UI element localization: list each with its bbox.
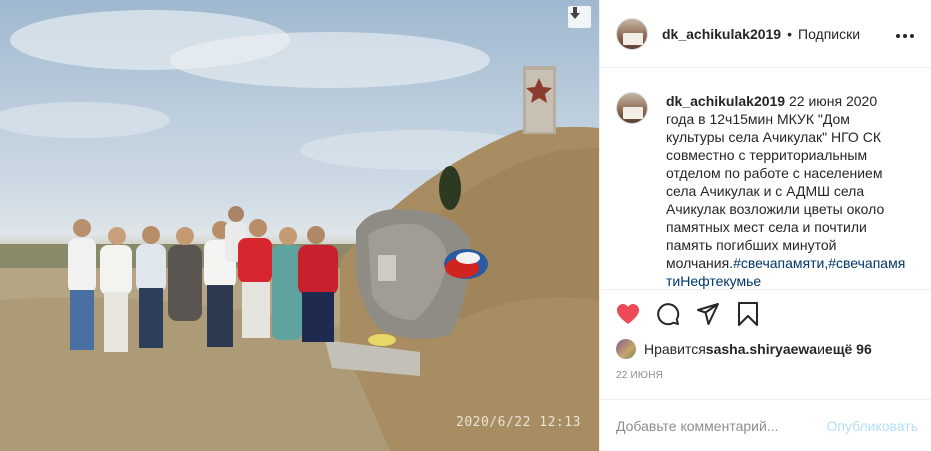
download-button[interactable]: [568, 6, 591, 28]
liker-avatar[interactable]: [616, 339, 636, 359]
heart-filled-icon: [617, 304, 639, 324]
like-button[interactable]: [614, 300, 642, 328]
bookmark-icon: [738, 302, 758, 326]
post-actions: [600, 290, 931, 338]
likes-user[interactable]: sasha.shiryaewa: [706, 341, 817, 357]
post-side-panel: dk_achikulak2019 • Подписки dk_achikulak…: [599, 0, 931, 451]
comment-input[interactable]: [616, 417, 827, 434]
caption-body: 22 июня 2020 года в 12ч15мин МКУК "Дом к…: [666, 93, 885, 271]
caption-avatar[interactable]: [616, 92, 648, 124]
publish-button[interactable]: Опубликовать: [826, 418, 918, 434]
post-photo[interactable]: 2020/6/22 12:13: [0, 0, 599, 451]
post-header: dk_achikulak2019 • Подписки: [600, 0, 931, 68]
follow-button[interactable]: Подписки: [798, 26, 860, 42]
comment-bar: Опубликовать: [600, 399, 931, 451]
likes-middle: и: [817, 341, 825, 357]
likes-summary: Нравится sasha.shiryaewa и ещё 96: [600, 338, 931, 360]
post-caption: dk_achikulak2019 22 июня 2020 года в 12ч…: [600, 68, 931, 290]
post-date[interactable]: 22 ИЮНЯ: [600, 360, 931, 390]
share-button[interactable]: [694, 300, 722, 328]
save-button[interactable]: [734, 300, 762, 328]
comment-button[interactable]: [654, 300, 682, 328]
memorial-scene: [0, 10, 599, 451]
likes-count[interactable]: ещё 96: [825, 341, 872, 357]
caption-text: dk_achikulak2019 22 июня 2020 года в 12ч…: [666, 92, 906, 289]
likes-prefix: Нравится: [644, 341, 706, 357]
more-options-icon[interactable]: [895, 23, 915, 44]
arrow-down-icon: [570, 7, 580, 19]
avatar[interactable]: [616, 17, 648, 50]
photo-timestamp: 2020/6/22 12:13: [456, 415, 581, 430]
header-separator: •: [787, 25, 792, 42]
header-username[interactable]: dk_achikulak2019: [662, 26, 781, 42]
caption-username[interactable]: dk_achikulak2019: [666, 93, 785, 109]
comment-icon: [657, 303, 680, 326]
paper-plane-icon: [697, 303, 719, 325]
